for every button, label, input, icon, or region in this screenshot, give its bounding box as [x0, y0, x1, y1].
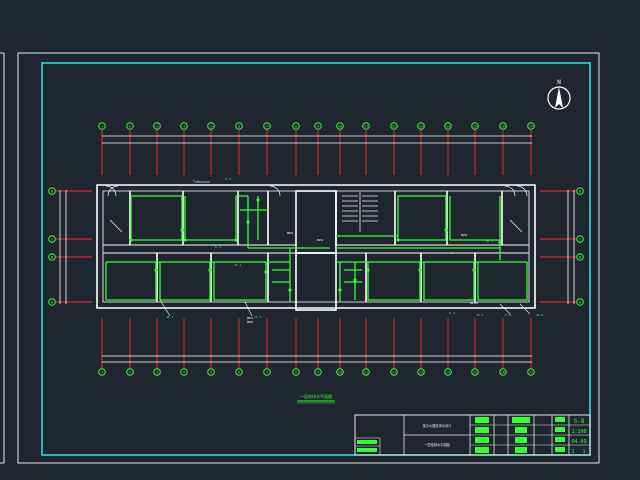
axis-bubble-bottom-label: 14: [446, 370, 450, 374]
riser-marker: [366, 268, 370, 272]
pipe-size-note: DN32: [317, 238, 324, 242]
riser-marker: [129, 238, 133, 242]
axis-bubble-bottom-label: 9: [317, 370, 319, 374]
drawing-title: 一层给排水平面图: [300, 393, 332, 399]
water-pipes: [105, 195, 528, 302]
riser-marker: [418, 268, 422, 272]
axis-bubble-top-label: 16: [501, 124, 505, 128]
stair-treads: [342, 192, 378, 232]
north-arrow-icon: N: [547, 79, 571, 110]
pipe-size-note: DN25: [287, 231, 294, 235]
axis-bubble-bottom-label: 1: [101, 370, 103, 374]
axis-bubble-top-label: 1: [101, 124, 103, 128]
axis-bubble-bottom-label: 6: [238, 370, 240, 374]
axis-bubble-top-label: 8: [295, 124, 297, 128]
axis-bubble-right-label: D: [579, 189, 581, 193]
axis-bubble-top-label: 15: [473, 124, 477, 128]
axis-bubble-right-label: B: [579, 255, 581, 259]
axis-bubble-top-label: 17: [529, 124, 533, 128]
axis-bubble-bottom-label: 10: [338, 370, 342, 374]
riser-marker: [180, 228, 184, 232]
title-block-scale: 1:100: [571, 429, 586, 435]
axis-bubble-bottom-label: 17: [529, 370, 533, 374]
axis-bubble-top-label: 3: [156, 124, 158, 128]
riser-marker: [396, 238, 400, 242]
axis-bubble-bottom-label: 8: [295, 370, 297, 374]
title-block-drawing-name: 一层给排水平面图: [424, 442, 450, 447]
riser-marker: [154, 268, 158, 272]
title-block-sheet-no: 1: [571, 449, 574, 455]
axis-bubble-bottom-label: 3: [156, 370, 158, 374]
axis-bubble-right-label: A: [579, 300, 582, 304]
pipe-tag: JL-5: [449, 311, 456, 315]
pipe-size-note: DN100: [470, 301, 478, 305]
axis-bubble-bottom-label: 2: [129, 370, 131, 374]
riser-marker: [353, 278, 357, 282]
pipe-size-note: DN50: [461, 233, 468, 237]
axis-bubble-bottom-label: 15: [473, 370, 477, 374]
title-block-project: 某办公楼给排水设计: [423, 423, 452, 428]
axis-bubble-bottom-label: 16: [501, 370, 505, 374]
axis-bubbles-top: 1 2 3 4 5 6 7 8 9 10 11 12 13 14 15 16 17: [98, 122, 535, 175]
pipe-tag: JL-2: [225, 177, 232, 181]
pipe-tag: JL-1: [193, 179, 200, 183]
axis-bubble-bottom-label: 7: [266, 370, 268, 374]
axis-bubble-left-label: D: [51, 189, 53, 193]
riser-marker: [256, 198, 260, 202]
axis-bubble-left-label: A: [51, 300, 54, 304]
north-label: N: [557, 79, 561, 86]
axis-bubble-bottom-label: 12: [392, 370, 396, 374]
pipe-size-note: DN20: [247, 320, 254, 324]
axis-bubble-top-label: 4: [183, 124, 185, 128]
riser-marker: [264, 270, 268, 274]
pipe-tag: WL-3: [255, 315, 262, 319]
pipe-tag: WL-5: [477, 313, 484, 317]
pipe-tag: JL-3: [215, 245, 222, 249]
axis-bubble-right-label: C: [579, 237, 581, 241]
title-block-total: 1: [582, 449, 585, 455]
pipe-size-note: DN15: [247, 316, 254, 320]
axis-bubble-top-label: 10: [338, 124, 342, 128]
axis-bubble-left-label: C: [51, 237, 53, 241]
riser-marker: [208, 268, 212, 272]
axis-bubbles-bottom: 1 2 3 4 5 6 7 8 9 10 11 12 13 14 15 16 17: [98, 318, 535, 376]
pipe-tag: JL-6: [505, 313, 512, 317]
riser-marker: [183, 238, 187, 242]
riser-marker: [246, 220, 250, 224]
axis-bubble-bottom-label: 11: [364, 370, 368, 374]
axis-bubble-bottom-label: 5: [210, 370, 212, 374]
riser-marker: [234, 238, 238, 242]
riser-marker: [444, 228, 448, 232]
title-block: 某办公楼给排水设计 一层给排水平面图 S-8 1:100 04.09 1 1: [354, 414, 591, 456]
axis-bubble-top-label: 13: [419, 124, 423, 128]
axis-bubble-top-label: 7: [266, 124, 268, 128]
axis-bubble-top-label: 9: [317, 124, 319, 128]
title-block-date: 04.09: [571, 439, 586, 445]
riser-marker: [472, 268, 476, 272]
pipe-tag: JL-4: [451, 251, 458, 255]
axis-bubble-top-label: 2: [129, 124, 131, 128]
pipe-tag: WL-6: [537, 313, 544, 317]
axis-bubble-top-label: 11: [364, 124, 368, 128]
axis-bubble-top-label: 6: [238, 124, 240, 128]
axis-bubble-bottom-label: 13: [419, 370, 423, 374]
axis-bubble-top-label: 14: [446, 124, 450, 128]
pipe-tag: WL-4: [487, 239, 494, 243]
riser-marker: [338, 288, 342, 292]
cad-drawing-canvas: N 1 2 3 4 5 6 7 8 9 10 11 12 13 14 15 16 17 1 2 3 4 5 6 7 8 9 10 1…: [0, 52, 600, 464]
riser-marker: [288, 288, 292, 292]
pipe-tag: WL-2: [167, 315, 174, 319]
axis-bubble-top-label: 5: [210, 124, 212, 128]
title-block-sheet-code: S-8: [574, 418, 585, 425]
axis-bubble-left-label: B: [51, 255, 53, 259]
axis-bubble-top-label: 12: [392, 124, 396, 128]
door-swings: [105, 185, 528, 233]
dimension-lines: [59, 135, 575, 363]
axis-bubbles-left: D C B A: [48, 187, 92, 306]
axis-bubble-bottom-label: 4: [183, 370, 185, 374]
riser-marker: [498, 240, 502, 244]
pipe-tag: WL-1: [235, 263, 242, 267]
axis-bubbles-right: D C B A: [540, 187, 584, 306]
